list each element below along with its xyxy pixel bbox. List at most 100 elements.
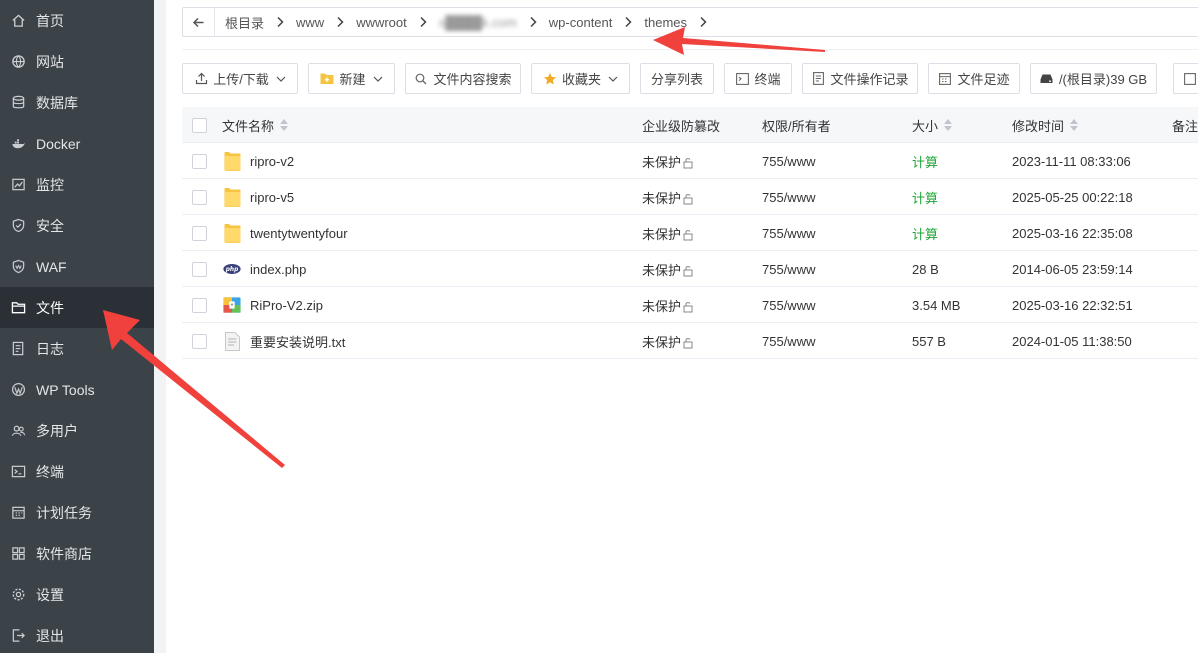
breadcrumb-themes[interactable]: themes: [634, 15, 709, 30]
permission-cell[interactable]: 755/www: [762, 287, 815, 323]
column-label: 企业级防篡改: [642, 118, 721, 134]
sidebar-item-settings[interactable]: 设置: [0, 574, 154, 615]
table-row[interactable]: ripro-v5 未保护 755/www 计算 2025-05-25 00:22:18: [182, 179, 1198, 215]
calculate-size-link[interactable]: 计算: [912, 224, 938, 243]
divider: [182, 49, 1198, 50]
breadcrumb-wwwroot[interactable]: wwwroot: [346, 15, 429, 30]
search-icon: [414, 72, 428, 86]
row-checkbox[interactable]: [192, 251, 207, 287]
tamper-protect-cell[interactable]: 未保护: [642, 323, 694, 359]
folder-icon: [223, 222, 241, 244]
table-row[interactable]: php index.php 未保护 755/www 28 B 2014-06-05 23:…: [182, 251, 1198, 287]
favorites-button[interactable]: 收藏夹: [531, 63, 630, 94]
file-oplog-button[interactable]: 文件操作记录: [802, 63, 918, 94]
tamper-protect-cell[interactable]: 未保护: [642, 287, 694, 323]
modified-time-cell: 2014-06-05 23:59:14: [1012, 251, 1133, 287]
modified-time-cell: 2023-11-11 08:33:06: [1012, 143, 1131, 179]
disk-button[interactable]: /(根目录)39 GB: [1030, 63, 1157, 94]
path-bar[interactable]: 根目录 www wwwroot s████k.com wp-content th…: [182, 7, 1198, 37]
column-label: 权限/所有者: [762, 118, 831, 134]
content-search-button[interactable]: 文件内容搜索: [405, 63, 521, 94]
file-name[interactable]: ripro-v2: [250, 154, 294, 169]
tamper-protect-cell[interactable]: 未保护: [642, 179, 694, 215]
size-cell[interactable]: 计算: [912, 143, 938, 179]
new-button[interactable]: 新建: [308, 63, 395, 94]
sidebar-item-monitor[interactable]: 监控: [0, 164, 154, 205]
sidebar-item-files[interactable]: 文件: [0, 287, 154, 328]
file-name[interactable]: ripro-v5: [250, 190, 294, 205]
sidebar-item-logout[interactable]: 退出: [0, 615, 154, 653]
column-label: 大小: [912, 118, 939, 134]
sidebar-item-database[interactable]: 数据库: [0, 82, 154, 123]
sidebar-item-waf[interactable]: WAF: [0, 246, 154, 287]
sidebar-item-app-store[interactable]: 软件商店: [0, 533, 154, 574]
size-cell[interactable]: 计算: [912, 215, 938, 251]
table-row[interactable]: ripro-v2 未保护 755/www 计算 2023-11-11 08:33:06: [182, 143, 1198, 179]
sidebar-item-label: WAF: [36, 258, 67, 275]
upload-download-button[interactable]: 上传/下载: [182, 63, 298, 94]
terminal-label: 终端: [754, 72, 781, 87]
calculate-size-link[interactable]: 计算: [912, 188, 938, 207]
file-name-cell[interactable]: ripro-v2: [223, 143, 294, 179]
sidebar-item-label: 多用户: [36, 422, 78, 439]
svg-text:php: php: [225, 267, 239, 273]
column-modified[interactable]: 修改时间: [1012, 107, 1079, 143]
breadcrumb-label: 根目录: [225, 15, 265, 31]
file-name[interactable]: index.php: [250, 262, 306, 277]
arrow-left-icon: [192, 16, 205, 29]
calculate-size-link[interactable]: 计算: [912, 152, 938, 171]
home-icon: [10, 13, 26, 29]
row-checkbox[interactable]: [192, 143, 207, 179]
tamper-protect-cell[interactable]: 未保护: [642, 215, 694, 251]
permission-cell[interactable]: 755/www: [762, 323, 815, 359]
row-checkbox[interactable]: [192, 287, 207, 323]
file-name[interactable]: RiPro-V2.zip: [250, 298, 323, 313]
sidebar-item-logs[interactable]: 日志: [0, 328, 154, 369]
more-button[interactable]: [1173, 63, 1198, 94]
chevron-down-icon: [608, 74, 618, 84]
sidebar-item-label: 终端: [36, 463, 64, 480]
tamper-protect-cell[interactable]: 未保护: [642, 143, 694, 179]
tamper-protect-cell[interactable]: 未保护: [642, 251, 694, 287]
sidebar-item-docker[interactable]: Docker: [0, 123, 154, 164]
breadcrumb-www[interactable]: www: [286, 15, 346, 30]
file-name[interactable]: twentytwentyfour: [250, 226, 348, 241]
file-name-cell[interactable]: 重要安装说明.txt: [223, 323, 345, 359]
row-checkbox[interactable]: [192, 215, 207, 251]
back-button[interactable]: [183, 8, 215, 36]
column-size[interactable]: 大小: [912, 107, 953, 143]
permission-cell[interactable]: 755/www: [762, 251, 815, 287]
size-cell[interactable]: 计算: [912, 179, 938, 215]
breadcrumb-domain[interactable]: s████k.com: [429, 15, 539, 30]
select-all-checkbox[interactable]: [192, 107, 207, 143]
table-row[interactable]: 重要安装说明.txt 未保护 755/www 557 B 2024-01-05 11:3…: [182, 323, 1198, 359]
permission-cell[interactable]: 755/www: [762, 179, 815, 215]
row-checkbox[interactable]: [192, 179, 207, 215]
protect-status: 未保护: [642, 298, 682, 314]
main-panel: 根目录 www wwwroot s████k.com wp-content th…: [166, 0, 1198, 653]
sidebar-item-multi-user[interactable]: 多用户: [0, 410, 154, 451]
share-list-button[interactable]: 分享列表: [640, 63, 714, 94]
column-name[interactable]: 文件名称: [222, 107, 289, 143]
terminal-button[interactable]: 终端: [724, 63, 792, 94]
sidebar-item-wp-tools[interactable]: WP Tools: [0, 369, 154, 410]
sidebar-item-cron[interactable]: 计划任务: [0, 492, 154, 533]
permission-cell[interactable]: 755/www: [762, 143, 815, 179]
row-checkbox[interactable]: [192, 323, 207, 359]
file-footprint-button[interactable]: 文件足迹: [928, 63, 1020, 94]
file-name[interactable]: 重要安装说明.txt: [250, 332, 345, 351]
table-row[interactable]: twentytwentyfour 未保护 755/www 计算 2025-03-16 2…: [182, 215, 1198, 251]
file-name-cell[interactable]: ripro-v5: [223, 179, 294, 215]
permission-cell[interactable]: 755/www: [762, 215, 815, 251]
new-label: 新建: [339, 72, 366, 87]
file-name-cell[interactable]: php index.php: [223, 251, 306, 287]
file-name-cell[interactable]: twentytwentyfour: [223, 215, 348, 251]
table-row[interactable]: RiPro-V2.zip 未保护 755/www 3.54 MB 2025-03-16 …: [182, 287, 1198, 323]
breadcrumb-wp-content[interactable]: wp-content: [539, 15, 635, 30]
sidebar-item-home[interactable]: 首页: [0, 0, 154, 41]
sidebar-item-security[interactable]: 安全: [0, 205, 154, 246]
breadcrumb-root[interactable]: 根目录: [215, 13, 286, 32]
file-name-cell[interactable]: RiPro-V2.zip: [223, 287, 323, 323]
sidebar-item-website[interactable]: 网站: [0, 41, 154, 82]
sidebar-item-terminal[interactable]: 终端: [0, 451, 154, 492]
